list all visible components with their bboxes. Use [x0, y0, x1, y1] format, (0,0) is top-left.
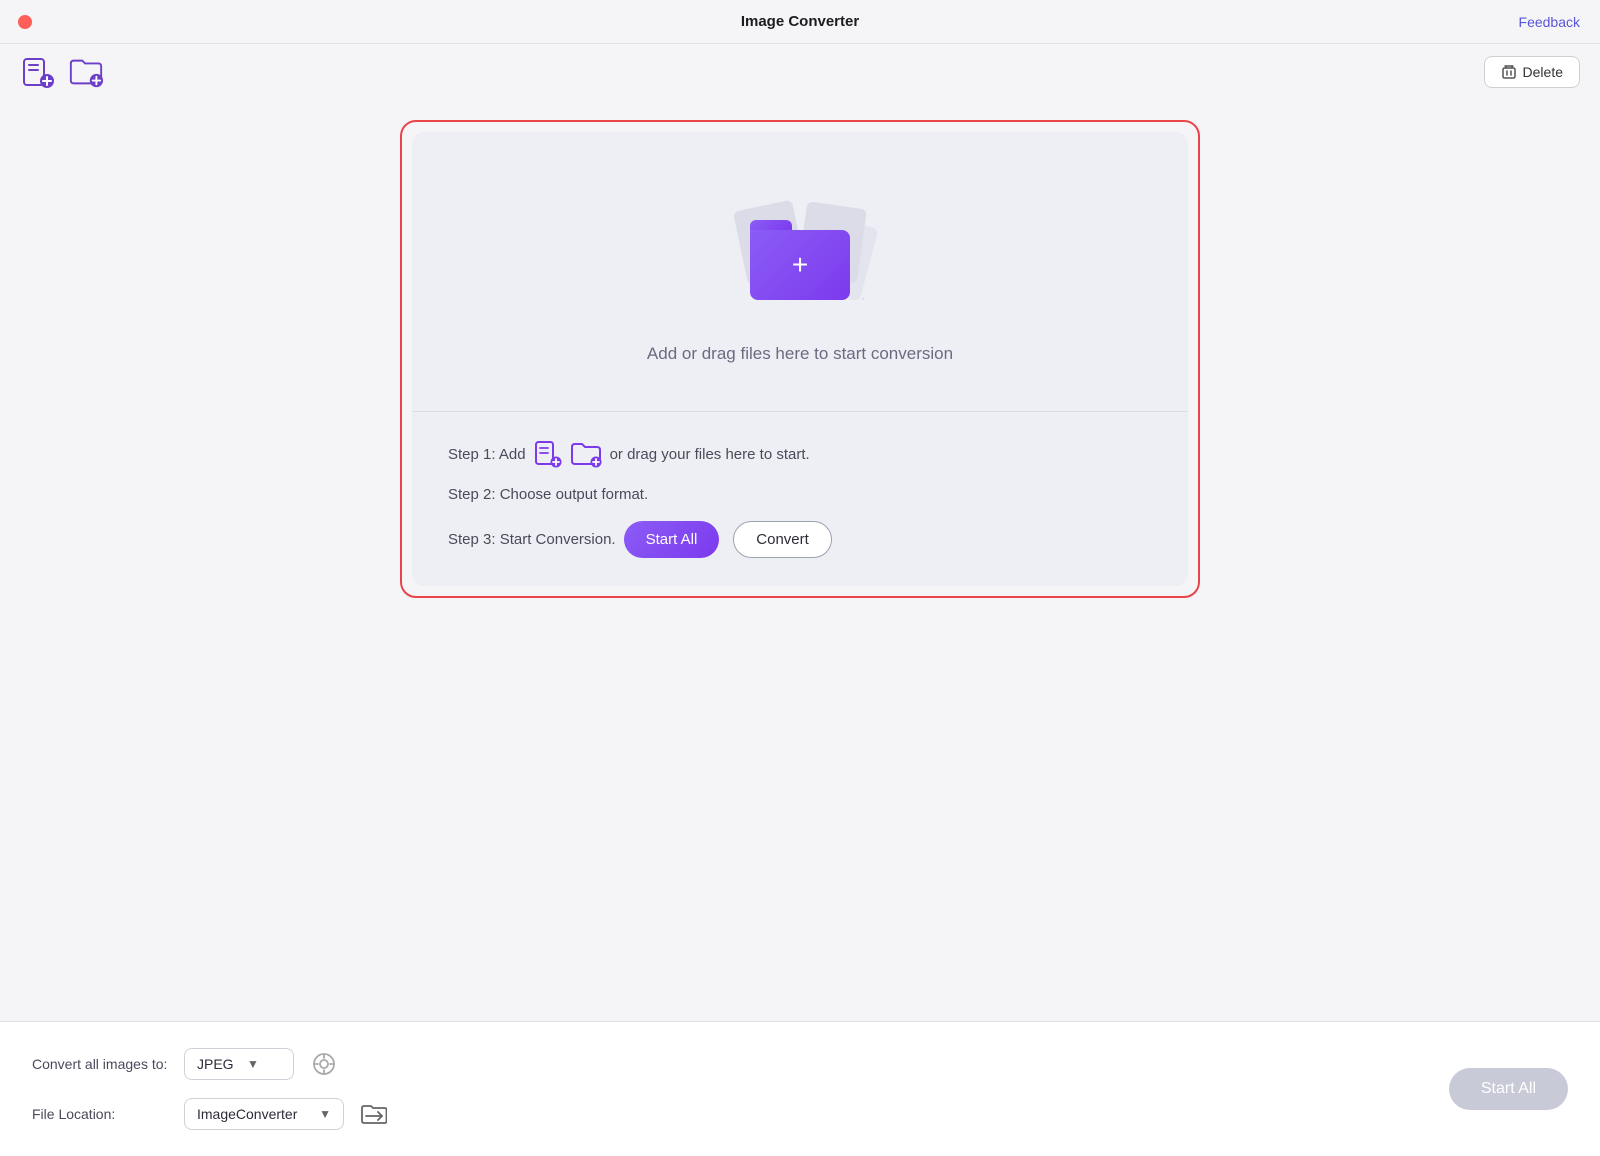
bottom-left: Convert all images to: JPEG PNG WEBP BMP… — [32, 1046, 1449, 1132]
settings-icon — [310, 1050, 338, 1078]
delete-label: Delete — [1523, 64, 1563, 80]
upload-area[interactable]: ✦ · ✦ + Add or drag files here to start … — [412, 132, 1188, 412]
step1-prefix: Step 1: Add — [448, 446, 526, 463]
folder-illustration: ✦ · ✦ + — [720, 200, 880, 320]
step3-row: Step 3: Start Conversion. Start All Conv… — [448, 521, 1152, 558]
bottom-bar: Convert all images to: JPEG PNG WEBP BMP… — [0, 1021, 1600, 1156]
upload-text: Add or drag files here to start conversi… — [647, 344, 953, 364]
format-select[interactable]: JPEG PNG WEBP BMP TIFF GIF — [197, 1056, 243, 1072]
step3-prefix: Step 3: Start Conversion. — [448, 531, 616, 548]
folder-main: + — [750, 220, 850, 300]
trash-icon — [1501, 64, 1517, 80]
format-row: Convert all images to: JPEG PNG WEBP BMP… — [32, 1046, 1449, 1082]
step2-text: Step 2: Choose output format. — [448, 486, 648, 503]
start-all-bottom-label: Start All — [1481, 1080, 1536, 1097]
open-folder-icon — [361, 1103, 387, 1125]
convert-button[interactable]: Convert — [733, 521, 832, 558]
titlebar: Image Converter Feedback — [0, 0, 1600, 44]
folder-body: + — [750, 230, 850, 300]
location-label: File Location: — [32, 1106, 172, 1122]
step1-add-folder-icon[interactable] — [570, 440, 602, 468]
settings-button[interactable] — [306, 1046, 342, 1082]
close-button[interactable] — [18, 15, 32, 29]
toolbar-right: Delete — [1484, 56, 1580, 88]
delete-button[interactable]: Delete — [1484, 56, 1580, 88]
add-file-button[interactable] — [20, 54, 56, 90]
feedback-link[interactable]: Feedback — [1519, 14, 1580, 30]
step1-add-file-icon[interactable] — [534, 440, 562, 468]
start-all-button[interactable]: Start All — [624, 521, 720, 558]
steps-area: Step 1: Add — [412, 412, 1188, 586]
format-label: Convert all images to: — [32, 1056, 172, 1072]
main-content: ✦ · ✦ + Add or drag files here to start … — [0, 100, 1600, 618]
chevron-down-icon-2: ▼ — [319, 1107, 331, 1121]
add-folder-button[interactable] — [68, 54, 104, 90]
location-select-wrapper[interactable]: ImageConverter ▼ — [184, 1098, 344, 1130]
step2-row: Step 2: Choose output format. — [448, 486, 1152, 503]
step1-suffix: or drag your files here to start. — [610, 446, 810, 463]
location-row: File Location: ImageConverter ▼ — [32, 1096, 1449, 1132]
location-value: ImageConverter — [197, 1106, 297, 1122]
step1-row: Step 1: Add — [448, 440, 1152, 468]
toolbar: Delete — [0, 44, 1600, 100]
format-select-wrapper[interactable]: JPEG PNG WEBP BMP TIFF GIF ▼ — [184, 1048, 294, 1080]
bottom-right: Start All — [1449, 1068, 1568, 1110]
start-all-bottom-button[interactable]: Start All — [1449, 1068, 1568, 1110]
folder-plus-icon: + — [792, 251, 808, 279]
dropzone-outer[interactable]: ✦ · ✦ + Add or drag files here to start … — [400, 120, 1200, 598]
sparkle-icon-2: · — [861, 291, 865, 305]
chevron-down-icon: ▼ — [247, 1057, 259, 1071]
dropzone-inner: ✦ · ✦ + Add or drag files here to start … — [412, 132, 1188, 586]
open-folder-button[interactable] — [356, 1096, 392, 1132]
app-title: Image Converter — [741, 13, 859, 30]
